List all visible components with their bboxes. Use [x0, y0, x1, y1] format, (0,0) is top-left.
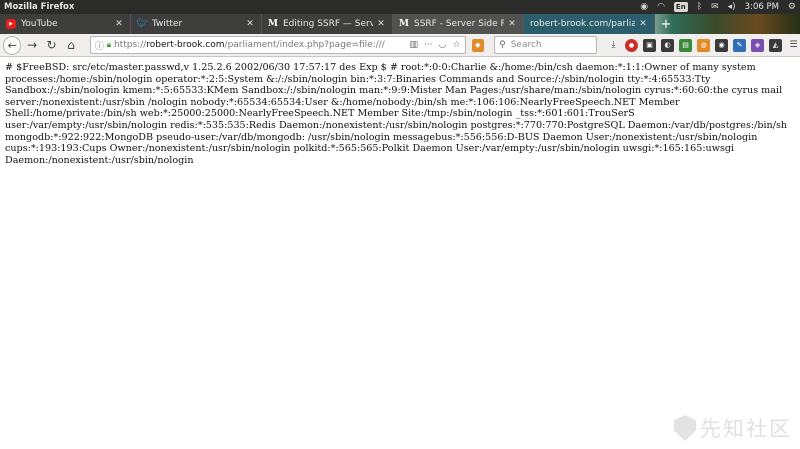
- home-button[interactable]: ⌂: [62, 36, 79, 54]
- extension-orange-icon[interactable]: ◍: [697, 38, 711, 52]
- bookmark-star-icon[interactable]: ☆: [452, 40, 460, 50]
- tab-label: Editing SSRF — Server Si: [283, 19, 373, 29]
- keyboard-language-indicator[interactable]: En: [673, 2, 688, 12]
- youtube-icon: ▶: [6, 19, 16, 29]
- url-scheme: https://: [114, 40, 147, 50]
- url-host: robert-brook.com: [146, 40, 225, 50]
- page-actions-icon[interactable]: ···: [424, 40, 433, 50]
- watermark: 先知社区: [674, 413, 792, 443]
- medium-icon: M: [399, 19, 409, 29]
- clock[interactable]: 3:06 PM: [745, 2, 779, 12]
- download-icon[interactable]: ⤓: [607, 39, 620, 52]
- file-contents-text: # $FreeBSD: src/etc/master.passwd,v 1.25…: [5, 62, 788, 166]
- info-icon[interactable]: ⓘ: [95, 39, 104, 52]
- url-action-icons: ▥ ··· ◡ ☆: [409, 40, 460, 50]
- close-icon[interactable]: ✕: [114, 19, 124, 29]
- tab-ssrf-article[interactable]: M SSRF - Server Side Reque ✕: [393, 14, 524, 34]
- extension-wappalyzer-icon[interactable]: ◭: [769, 38, 783, 52]
- tab-twitter[interactable]: 🐦︎ Twitter ✕: [131, 14, 262, 34]
- tab-label: Twitter: [152, 19, 183, 29]
- tab-strip: ▶ YouTube ✕ 🐦︎ Twitter ✕ M Editing SSRF …: [0, 14, 800, 34]
- extension-blue-icon[interactable]: ✎: [733, 38, 747, 52]
- ublock-icon[interactable]: ●: [625, 38, 639, 52]
- medium-icon: M: [268, 19, 278, 29]
- lock-icon[interactable]: 🔒︎: [107, 40, 111, 50]
- system-top-panel: Mozilla Firefox ◉ ◠ En ᛒ ✉ ◂) 3:06 PM ⚙: [0, 0, 800, 14]
- tab-label: robert-brook.com/parliam: [530, 19, 635, 29]
- extension-purple-icon[interactable]: ◈: [751, 38, 765, 52]
- pocket-icon[interactable]: ◡: [439, 40, 447, 50]
- close-icon[interactable]: ✕: [376, 19, 386, 29]
- app-title: Mozilla Firefox: [4, 2, 75, 12]
- url-text[interactable]: https://robert-brook.com/parliament/inde…: [114, 40, 405, 50]
- wifi-icon[interactable]: ◠: [657, 0, 665, 14]
- reload-button[interactable]: ↻: [43, 36, 60, 54]
- watermark-text: 先知社区: [700, 417, 792, 441]
- foxyproxy-icon[interactable]: ◐: [661, 38, 675, 52]
- tab-robert-brook[interactable]: robert-brook.com/parliam ✕: [524, 14, 655, 34]
- navigation-bar: ← → ↻ ⌂ ⓘ 🔒︎ https://robert-brook.com/pa…: [0, 34, 800, 57]
- close-icon[interactable]: ✕: [507, 19, 517, 29]
- tab-youtube[interactable]: ▶ YouTube ✕: [0, 14, 131, 34]
- bluetooth-icon[interactable]: ᛒ: [697, 0, 702, 14]
- reader-view-icon[interactable]: ▥: [409, 40, 418, 50]
- search-icon: ⚲: [499, 40, 506, 50]
- shield-logo-icon: [674, 415, 696, 441]
- url-bar[interactable]: ⓘ 🔒︎ https://robert-brook.com/parliament…: [89, 36, 466, 54]
- panel-indicators: ◉ ◠ En ᛒ ✉ ◂) 3:06 PM ⚙: [640, 0, 796, 14]
- tab-label: SSRF - Server Side Reque: [414, 19, 504, 29]
- toolbar-icons: ⤓ ● ▣ ◐ ▤ ◍ ◉ ✎ ◈ ◭ ☰: [607, 38, 800, 52]
- extension-green-icon[interactable]: ▤: [679, 38, 693, 52]
- fox-extension-icon[interactable]: ◆: [471, 38, 485, 52]
- close-icon[interactable]: ✕: [638, 19, 648, 29]
- search-placeholder: Search: [510, 40, 542, 50]
- gear-icon[interactable]: ⚙: [788, 0, 796, 14]
- mail-icon[interactable]: ✉: [711, 0, 719, 14]
- tab-label: YouTube: [21, 19, 58, 29]
- new-tab-button[interactable]: +: [655, 14, 677, 34]
- extension-dark-icon[interactable]: ▣: [643, 38, 657, 52]
- close-icon[interactable]: ✕: [245, 19, 255, 29]
- page-content: # $FreeBSD: src/etc/master.passwd,v 1.25…: [0, 58, 800, 449]
- back-button[interactable]: ←: [3, 35, 22, 55]
- volume-icon[interactable]: ◂): [728, 0, 736, 14]
- menu-icon[interactable]: ☰: [787, 39, 800, 52]
- search-bar[interactable]: ⚲ Search: [494, 36, 598, 54]
- tab-editing-ssrf[interactable]: M Editing SSRF — Server Si ✕: [262, 14, 393, 34]
- url-path: /parliament/index.php?page=file:///: [224, 40, 385, 50]
- firefox-indicator-icon[interactable]: ◉: [640, 0, 648, 14]
- forward-button[interactable]: →: [23, 36, 40, 54]
- extension-cookie-icon[interactable]: ◉: [715, 38, 729, 52]
- twitter-icon: 🐦︎: [136, 19, 148, 29]
